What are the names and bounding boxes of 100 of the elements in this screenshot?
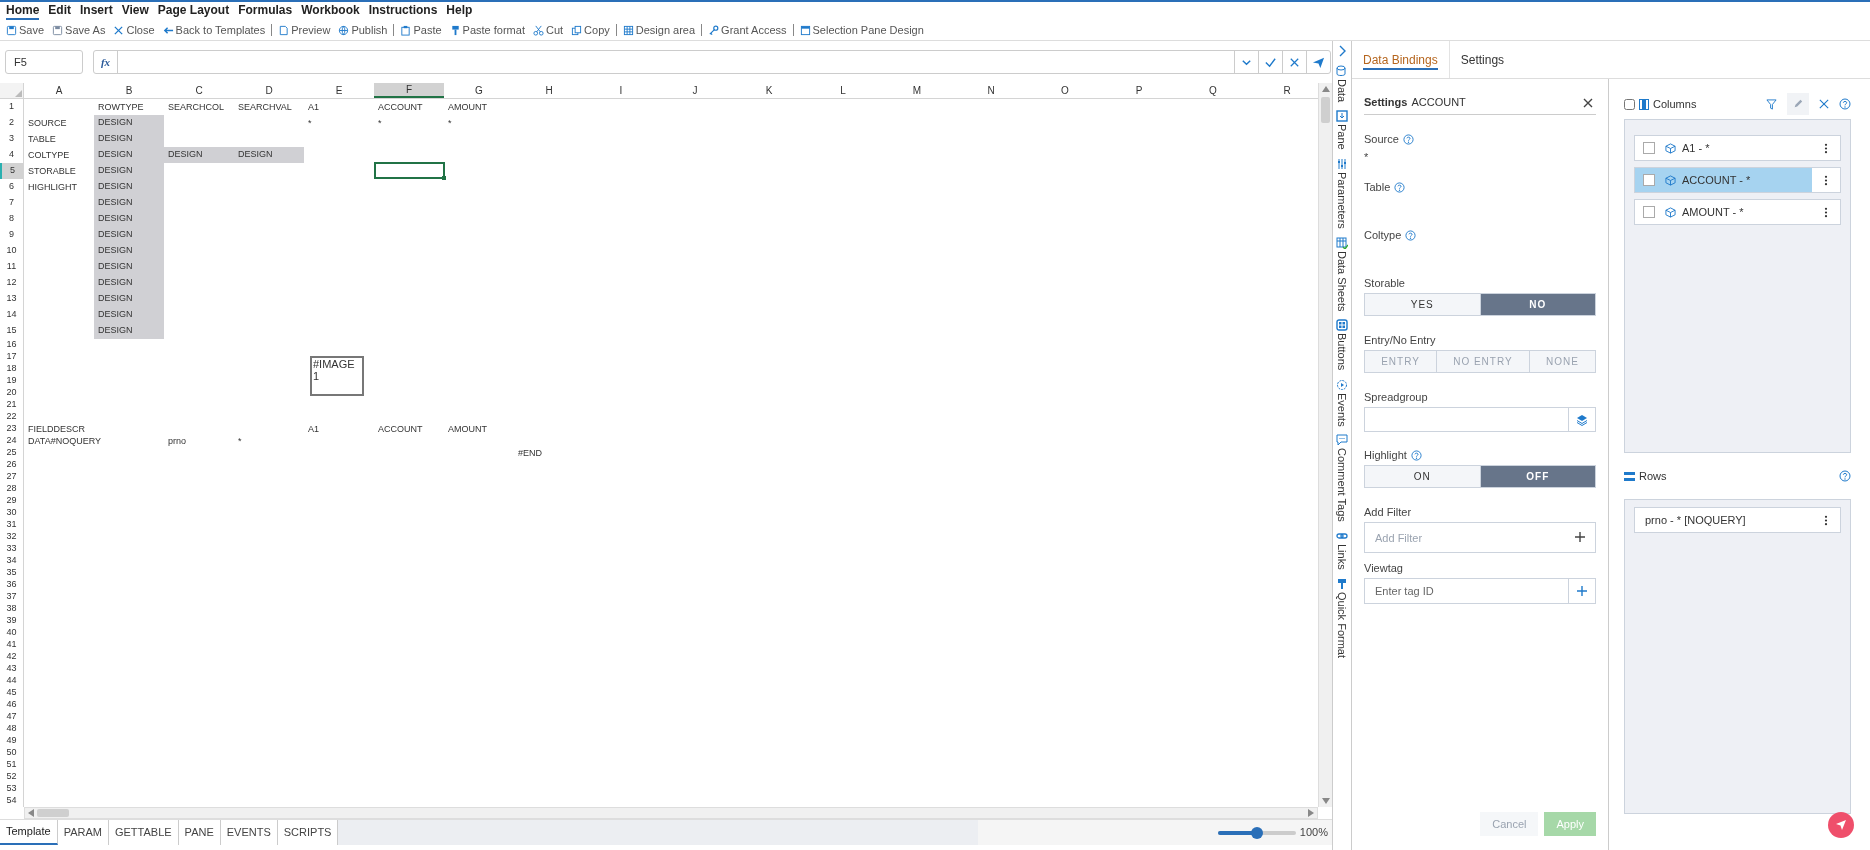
side-tab[interactable]: Parameters: [1336, 157, 1348, 229]
toolbar-button[interactable]: Cut: [532, 21, 564, 39]
menu-item[interactable]: Insert: [80, 3, 113, 20]
side-tab[interactable]: Pane: [1336, 110, 1348, 150]
side-tab[interactable]: Events: [1336, 378, 1348, 427]
filter-field[interactable]: Add Filter: [1364, 522, 1596, 553]
sheet-tab[interactable]: GETTABLE: [108, 820, 179, 845]
scrollbar-thumb[interactable]: [1321, 97, 1330, 123]
toggle-option[interactable]: ON: [1365, 466, 1480, 487]
select-all-corner[interactable]: [0, 83, 24, 98]
kebab-menu-icon[interactable]: [1824, 206, 1828, 218]
arrow-left-icon[interactable]: [27, 808, 35, 818]
download-box-icon: [1336, 110, 1348, 123]
toggle-option[interactable]: OFF: [1479, 466, 1595, 487]
arrow-up-icon[interactable]: [1321, 85, 1331, 93]
shaded-cell: DESIGN: [164, 147, 234, 163]
sheet-tab[interactable]: SCRIPTS: [277, 820, 339, 845]
menu-item[interactable]: View: [121, 3, 149, 20]
side-tab[interactable]: Data Sheets: [1336, 236, 1348, 312]
toolbar-button[interactable]: Close: [113, 21, 155, 39]
row-header[interactable]: 5: [0, 163, 24, 179]
scissors-icon: [532, 24, 544, 36]
help-icon[interactable]: [1394, 181, 1406, 193]
arrow-down-icon[interactable]: [1321, 797, 1331, 805]
toolbar-button[interactable]: Save As: [52, 21, 106, 39]
vertical-scrollbar[interactable]: [1318, 83, 1332, 807]
toolbar-button[interactable]: Selection Pane Design: [799, 21, 924, 39]
toggle-option[interactable]: YES: [1365, 294, 1480, 315]
table-cell: *: [448, 117, 452, 129]
sheet-tab[interactable]: Template: [0, 820, 58, 845]
table-cell: HIGHLIGHT: [28, 181, 77, 193]
menu-item[interactable]: Workbook: [301, 3, 360, 20]
side-tab[interactable]: Data: [1336, 65, 1348, 103]
toolbar-button[interactable]: Publish: [338, 21, 388, 39]
shaded-cell: DESIGN: [94, 275, 164, 291]
menu-item[interactable]: Help: [446, 3, 473, 20]
columns-icon: [1639, 98, 1649, 110]
help-icon[interactable]: [1402, 133, 1414, 145]
toolbar-button[interactable]: Paste: [400, 21, 442, 39]
kebab-menu-icon[interactable]: [1824, 174, 1828, 186]
plus-icon[interactable]: [1574, 531, 1586, 543]
arrow-right-icon[interactable]: [1307, 808, 1315, 818]
pencil-icon[interactable]: [1793, 99, 1803, 109]
table-cell: prno: [168, 435, 186, 447]
toolbar-button[interactable]: Copy: [571, 21, 610, 39]
toolbar-button[interactable]: Save: [6, 21, 45, 39]
table-cell: STORABLE: [28, 165, 76, 177]
sheet-tab[interactable]: PARAM: [57, 820, 109, 845]
toolbar-button[interactable]: Preview: [278, 21, 331, 39]
menu-item[interactable]: Home: [6, 3, 40, 20]
tag-id-field[interactable]: Enter tag ID: [1364, 578, 1569, 604]
menu-item[interactable]: Formulas: [238, 3, 293, 20]
menu-item[interactable]: Edit: [48, 3, 71, 20]
scrollbar-thumb[interactable]: [37, 809, 69, 817]
layers-button[interactable]: [1569, 407, 1596, 432]
shaded-cell: DESIGN: [94, 179, 164, 195]
plus-icon: [1576, 585, 1588, 597]
sheet-tab[interactable]: PANE: [178, 820, 221, 845]
table-cell: A1: [308, 423, 319, 435]
toolbar-button[interactable]: Design area: [622, 21, 696, 39]
toolbar-button[interactable]: Back to Templates: [162, 21, 266, 39]
horizontal-scrollbar[interactable]: [24, 807, 1318, 819]
kebab-menu-icon[interactable]: [1824, 142, 1828, 154]
filter-icon[interactable]: [1766, 98, 1777, 110]
side-tab[interactable]: Comment Tags: [1336, 434, 1348, 523]
spreadgroup-field[interactable]: [1364, 407, 1569, 432]
side-tab[interactable]: Quick Format: [1336, 577, 1348, 658]
close-icon[interactable]: [1819, 99, 1829, 109]
close-icon[interactable]: [1582, 96, 1594, 109]
table-cell: AMOUNT: [448, 423, 487, 435]
toggle-option[interactable]: NO: [1479, 294, 1595, 315]
panel-tab[interactable]: Data Bindings: [1352, 41, 1450, 78]
feedback-button[interactable]: [1828, 812, 1854, 838]
toolbar-button[interactable]: Grant Access: [708, 21, 787, 39]
add-button[interactable]: [1569, 578, 1596, 604]
section-title: Rows: [1639, 468, 1667, 484]
menu-item[interactable]: Instructions: [368, 3, 438, 20]
key-icon: [708, 24, 720, 36]
cell-reference-field[interactable]: F5: [5, 50, 83, 74]
cube-icon: [1665, 174, 1676, 186]
side-tab[interactable]: Buttons: [1336, 319, 1348, 371]
menu-item[interactable]: Page Layout: [157, 3, 230, 20]
kebab-menu-icon[interactable]: [1824, 514, 1828, 526]
checkbox[interactable]: [1624, 98, 1635, 110]
help-icon[interactable]: [1410, 449, 1422, 461]
field-label: Source: [1364, 131, 1399, 147]
shaded-cell: DESIGN: [94, 195, 164, 211]
help-icon[interactable]: [1839, 470, 1851, 482]
chevron-right-icon[interactable]: [1337, 45, 1347, 57]
column-header[interactable]: F: [374, 83, 444, 98]
column-item[interactable]: ACCOUNT - *: [1635, 168, 1812, 192]
sheet-tab[interactable]: EVENTS: [220, 820, 278, 845]
toolbar-button[interactable]: Paste format: [449, 21, 525, 39]
help-icon[interactable]: [1405, 229, 1417, 241]
sliders-icon: [1336, 157, 1348, 170]
shaded-cell: DESIGN: [94, 163, 164, 179]
side-tab[interactable]: Links: [1336, 530, 1348, 570]
help-icon[interactable]: [1839, 98, 1851, 110]
layers-icon: [1576, 413, 1588, 426]
panel-tab[interactable]: Settings: [1449, 41, 1516, 78]
